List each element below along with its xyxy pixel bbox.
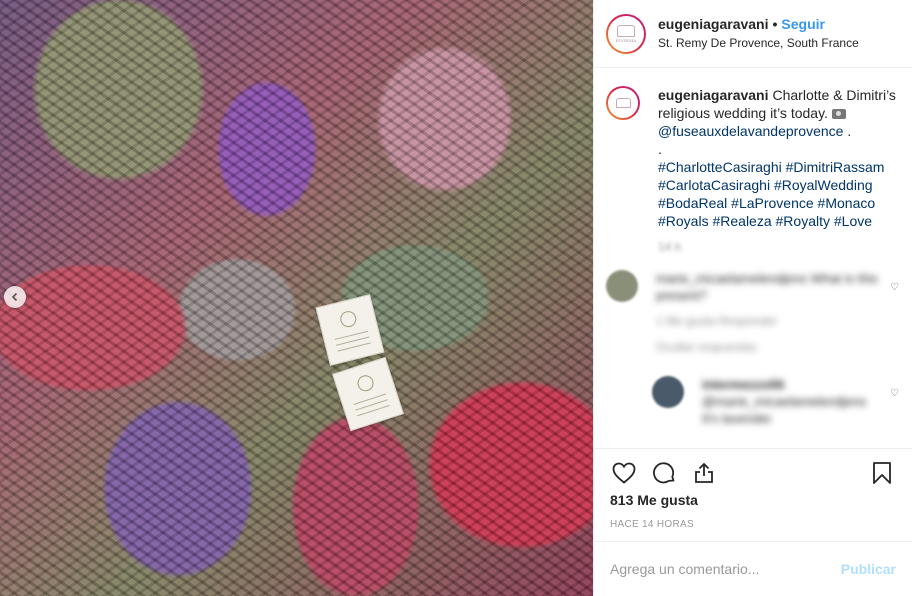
camera-icon — [831, 109, 846, 119]
save-button[interactable] — [868, 459, 896, 487]
comment-text: marie_micaelamelendjens What is this pre… — [656, 271, 878, 303]
avatar[interactable]: EUGENIA — [606, 13, 646, 54]
comment-avatar[interactable] — [652, 376, 684, 408]
mention-link[interactable]: @fuseauxdelavandeprovence — [658, 123, 843, 139]
share-button[interactable] — [690, 459, 718, 487]
comment-input[interactable] — [610, 561, 841, 577]
comment-reply: intermezzo56 @marie_micaelamelendjens It… — [594, 376, 912, 427]
comment-button[interactable] — [650, 459, 678, 487]
post-header: EUGENIA eugeniagaravani • Seguir St. Remy … — [594, 0, 912, 68]
avatar[interactable] — [606, 86, 640, 120]
comment-meta[interactable]: 1 Me gusta Responder — [656, 314, 890, 328]
comment-username[interactable]: intermezzo56 — [702, 376, 890, 393]
share-icon — [695, 462, 713, 483]
bookmark-icon — [873, 461, 891, 484]
caption: eugeniagaravani Charlotte & Dimitri’s rel… — [594, 68, 912, 256]
comment-like-icon[interactable]: ♡ — [890, 376, 900, 427]
gift-tag — [332, 356, 404, 432]
avatar-text: EUGENIA — [615, 37, 637, 43]
comment-text: It's lavender — [702, 411, 772, 426]
comment-icon — [653, 461, 675, 483]
action-bar — [594, 448, 912, 496]
location-link[interactable]: St. Remy De Provence, South France — [658, 36, 859, 51]
likes-count[interactable]: 813 Me gusta — [610, 492, 698, 508]
post-photo[interactable] — [0, 0, 593, 596]
hide-replies-link[interactable]: Ocultar respuestas — [656, 340, 890, 354]
comment-like-icon[interactable]: ♡ — [890, 270, 900, 354]
follow-button[interactable]: Seguir — [781, 16, 825, 32]
comment-avatar[interactable] — [606, 270, 638, 302]
caption-username-link[interactable]: eugeniagaravani — [658, 87, 769, 103]
post-side-panel: EUGENIA eugeniagaravani • Seguir St. Remy … — [593, 0, 912, 596]
comment-item: marie_micaelamelendjens What is this pre… — [594, 270, 912, 354]
post-timestamp: HACE 14 HORAS — [610, 519, 694, 530]
hashtags-line[interactable]: #Royals #Realeza #Royalty #Love — [658, 213, 872, 229]
hashtags-line[interactable]: #CarlotaCasiraghi #RoyalWedding — [658, 177, 873, 193]
hashtags-line[interactable]: #CharlotteCasiraghi #DimitriRassam — [658, 159, 884, 175]
hashtags-line[interactable]: #BodaReal #LaProvence #Monaco — [658, 195, 875, 211]
caption-time: 14 h — [658, 240, 682, 254]
add-comment-bar: Publicar — [594, 541, 912, 596]
publish-button[interactable]: Publicar — [841, 561, 896, 577]
crest-logo — [617, 24, 635, 37]
username-link[interactable]: eugeniagaravani — [658, 16, 769, 32]
chevron-left-icon — [11, 292, 18, 302]
crest-logo — [615, 98, 631, 108]
heart-icon — [612, 462, 636, 484]
comment-text: @marie_micaelamelendjens — [702, 394, 867, 409]
like-button[interactable] — [610, 459, 638, 487]
separator-dot: • — [772, 16, 778, 33]
carousel-prev-button[interactable] — [4, 286, 26, 308]
gift-tag — [315, 294, 385, 366]
